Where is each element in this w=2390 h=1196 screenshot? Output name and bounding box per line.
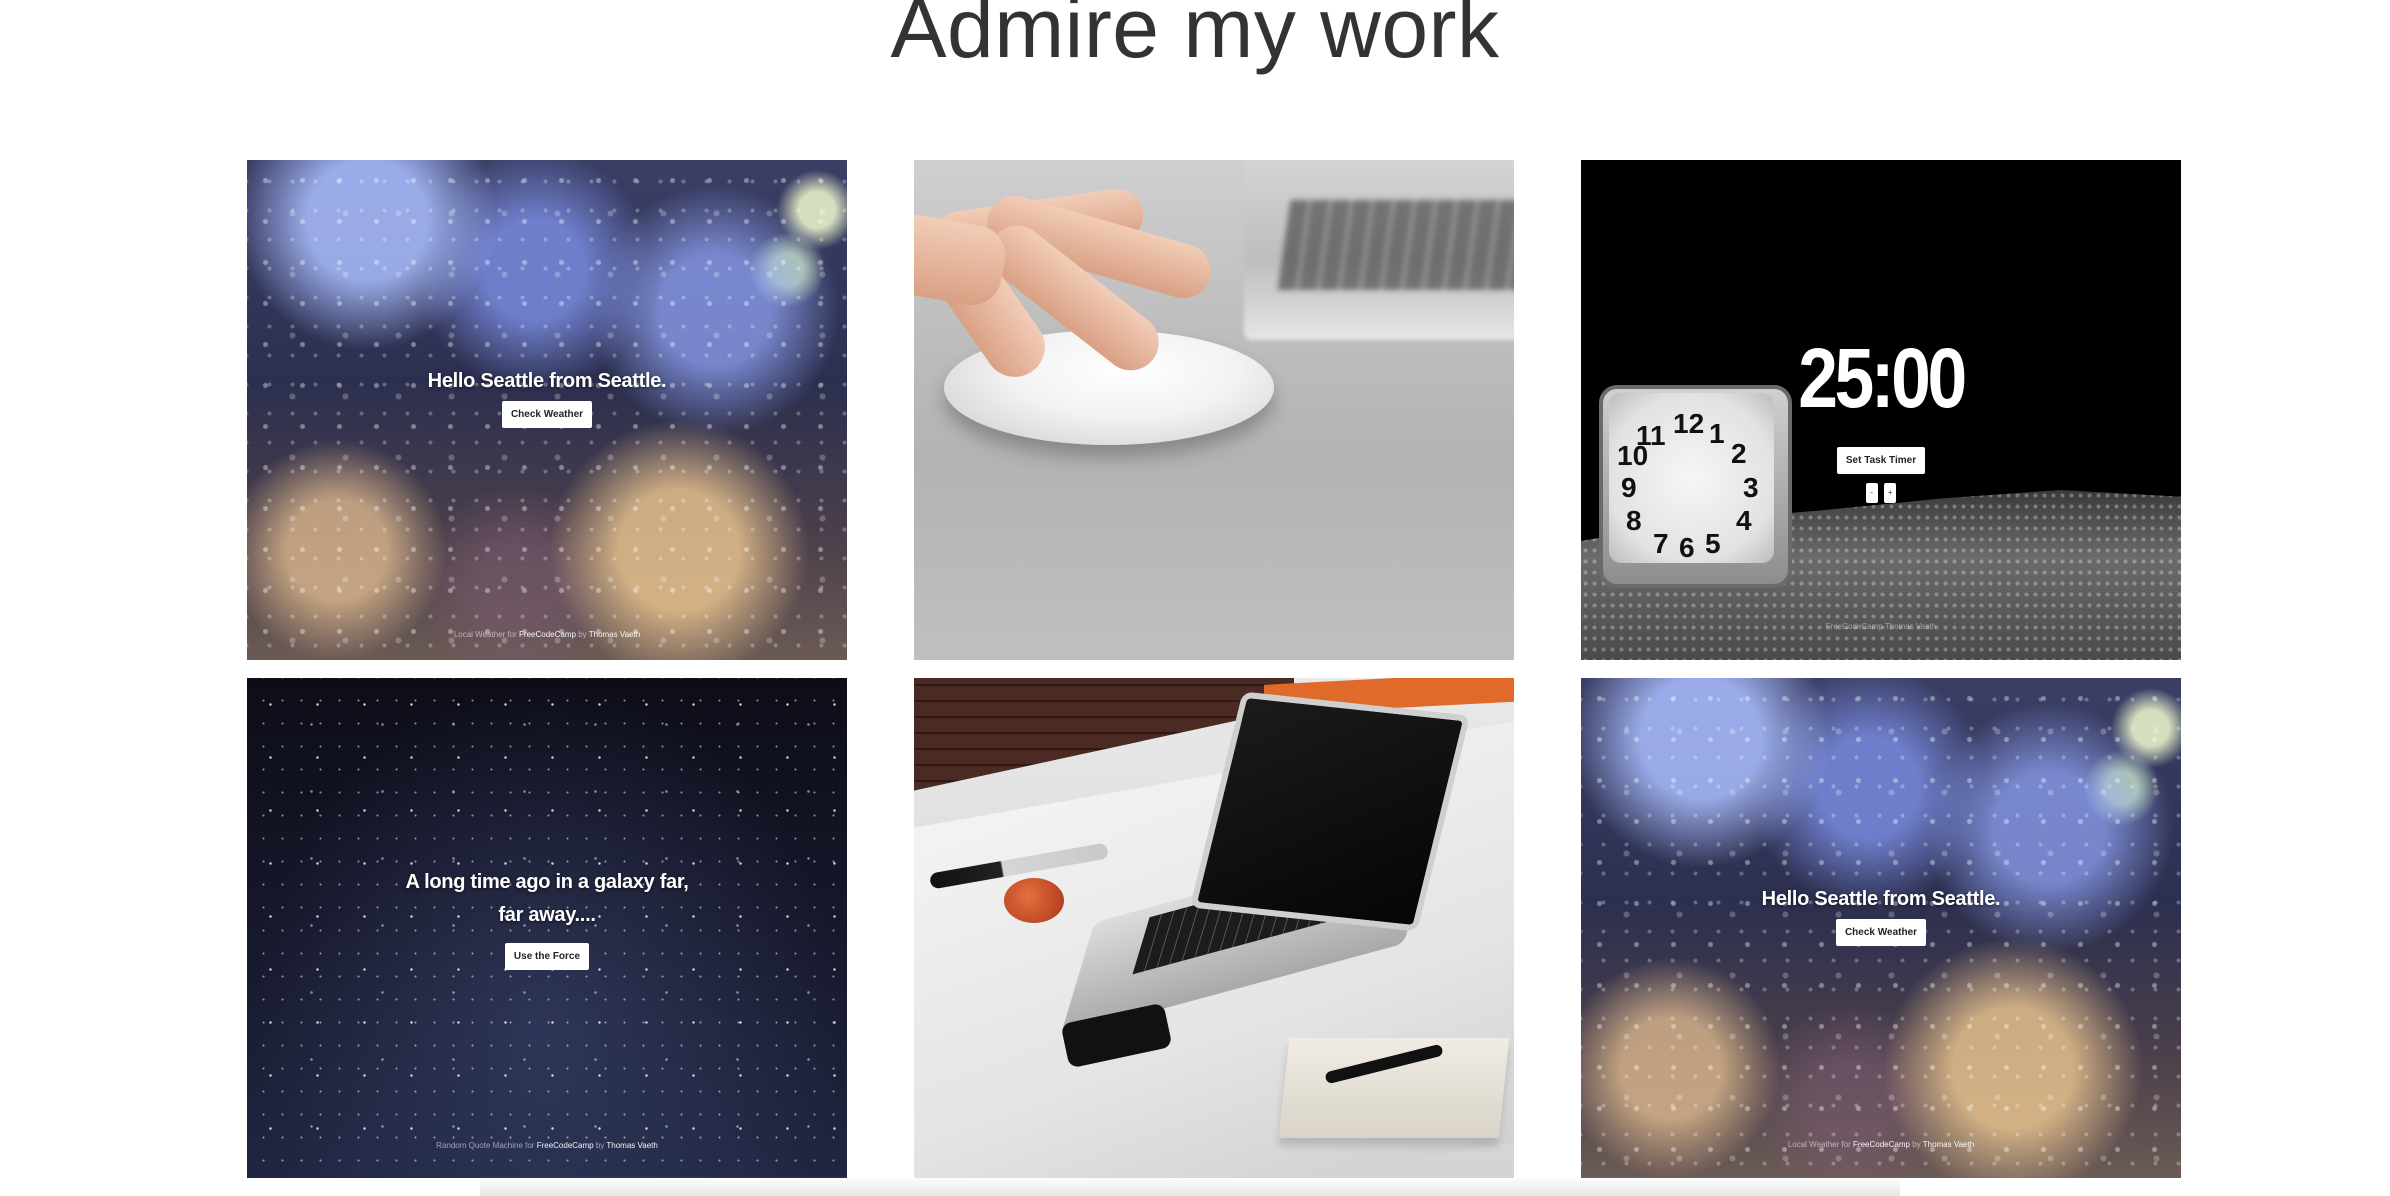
credit-site-link[interactable]: FreeCodeCamp — [537, 1141, 594, 1150]
quote-line-2: far away.... — [498, 904, 596, 926]
weather-credit: Local Weather for FreeCodeCamp by Thomas… — [453, 630, 641, 639]
portfolio-item-mouse-photo[interactable] — [914, 160, 1514, 660]
portfolio-item-laptop-photo[interactable] — [914, 678, 1514, 1178]
credit-site-link[interactable]: FreeCodeCamp — [1853, 1140, 1910, 1149]
check-weather-button[interactable]: Check Weather — [1835, 919, 1927, 946]
portfolio-item-weather[interactable]: Hello Seattle from Seattle. Check Weathe… — [247, 160, 847, 660]
quote-credit: Random Quote Machine for FreeCodeCamp by… — [436, 1141, 658, 1150]
use-the-force-button[interactable]: Use the Force — [504, 943, 590, 970]
portfolio-item-weather-2[interactable]: Hello Seattle from Seattle. Check Weathe… — [1581, 678, 2181, 1178]
credit-site-link[interactable]: FreeCodeCamp — [519, 630, 576, 639]
credit-author-link[interactable]: Thomas Vaeth — [606, 1141, 657, 1150]
credit-author-link[interactable]: Thomas Vaeth — [1923, 1140, 1974, 1149]
set-task-timer-button[interactable]: Set Task Timer — [1836, 447, 1926, 474]
timer-increase-button[interactable]: + — [1884, 483, 1897, 503]
portfolio-item-timer[interactable]: 11 12 1 2 10 9 3 8 4 7 6 5 25:00 Set Tas… — [1581, 160, 2181, 660]
weather-heading: Hello Seattle from Seattle. — [427, 370, 667, 392]
check-weather-button[interactable]: Check Weather — [501, 401, 593, 428]
portfolio-item-quote[interactable]: A long time ago in a galaxy far, far awa… — [247, 678, 847, 1178]
quote-line-1: A long time ago in a galaxy far, — [405, 871, 689, 893]
credit-author-link[interactable]: Thomas Vaeth — [589, 630, 640, 639]
timer-display: 25:00 — [1798, 331, 1967, 425]
weather-credit: Local Weather for FreeCodeCamp by Thomas… — [1787, 1140, 1975, 1149]
timer-credit: FreeCodeCamp Thomas Vaeth — [1825, 622, 1937, 631]
weather-heading: Hello Seattle from Seattle. — [1761, 888, 2001, 910]
timer-decrease-button[interactable]: - — [1865, 483, 1878, 503]
portfolio-grid: Hello Seattle from Seattle. Check Weathe… — [0, 0, 2390, 1196]
